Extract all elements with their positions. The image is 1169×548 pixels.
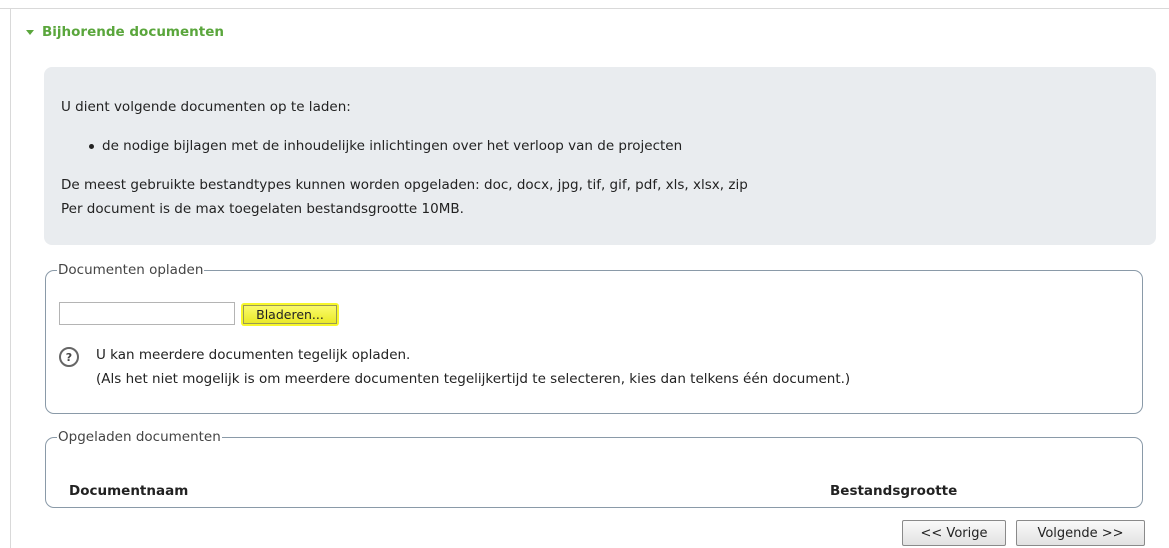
column-header-name: Documentnaam [69, 483, 189, 499]
uploaded-legend: Opgeladen documenten [58, 429, 221, 445]
bullet-icon [89, 143, 94, 149]
info-box: U dient volgende documenten op te laden:… [44, 67, 1156, 245]
browse-button[interactable]: Bladeren... [241, 303, 339, 326]
file-path-input[interactable] [59, 302, 235, 325]
next-button[interactable]: Volgende >> [1016, 520, 1145, 546]
info-max-size: Per document is de max toegelaten bestan… [61, 201, 464, 217]
upload-legend: Documenten opladen [58, 262, 204, 278]
left-divider [10, 8, 11, 548]
triangle-down-icon [26, 29, 34, 35]
upload-fieldset: Documenten opladen Bladeren... ? U kan m… [45, 262, 1143, 414]
uploaded-fieldset: Opgeladen documenten Documentnaam Bestan… [45, 429, 1143, 508]
section-title: Bijhorende documenten [42, 24, 224, 40]
page: Bijhorende documenten U dient volgende d… [0, 0, 1169, 548]
section-toggle[interactable]: Bijhorende documenten [26, 24, 224, 40]
list-item: de nodige bijlagen met de inhoudelijke i… [89, 138, 682, 154]
browse-button-label: Bladeren... [243, 305, 337, 324]
help-subtext: (Als het niet mogelijk is om meerdere do… [96, 371, 851, 387]
info-list: de nodige bijlagen met de inhoudelijke i… [89, 138, 682, 154]
previous-button[interactable]: << Vorige [902, 520, 1006, 546]
help-text: U kan meerdere documenten tegelijk oplad… [96, 347, 411, 363]
help-icon: ? [59, 347, 79, 367]
top-divider [0, 8, 1169, 9]
column-header-size: Bestandsgrootte [830, 483, 958, 499]
list-item-text: de nodige bijlagen met de inhoudelijke i… [102, 138, 683, 154]
info-file-types: De meest gebruikte bestandtypes kunnen w… [61, 177, 748, 193]
info-intro: U dient volgende documenten op te laden: [61, 99, 351, 115]
